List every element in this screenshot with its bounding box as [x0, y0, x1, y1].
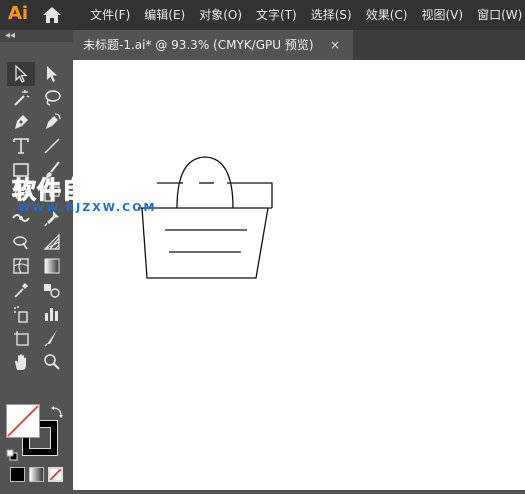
app-logo: Ai	[8, 3, 29, 24]
menu-select[interactable]: 选择(S)	[304, 0, 359, 30]
fill-swatch[interactable]	[6, 404, 40, 438]
document-tab-bar: 未标题-1.ai* @ 93.3% (CMYK/GPU 预览) ×	[73, 30, 525, 60]
menu-effect[interactable]: 效果(C)	[359, 0, 415, 30]
perspective-grid-tool-icon[interactable]	[38, 230, 66, 254]
menu-object[interactable]: 对象(O)	[192, 0, 249, 30]
watermark-url: WWW.RJZXW.COM	[18, 201, 157, 214]
menu-view[interactable]: 视图(V)	[414, 0, 470, 30]
eyedropper-tool-icon[interactable]	[7, 278, 35, 302]
hand-tool-icon[interactable]	[7, 350, 35, 374]
gradient-mode-button[interactable]	[29, 467, 44, 482]
menu-edit[interactable]: 编辑(E)	[137, 0, 192, 30]
home-icon[interactable]	[42, 6, 62, 24]
symbol-sprayer-tool-icon[interactable]	[7, 302, 35, 326]
type-tool-icon[interactable]	[7, 134, 35, 158]
menu-type[interactable]: 文字(T)	[249, 0, 304, 30]
mesh-tool-icon[interactable]	[7, 254, 35, 278]
slice-tool-icon[interactable]	[38, 326, 66, 350]
magic-wand-tool-icon[interactable]	[7, 86, 35, 110]
column-graph-tool-icon[interactable]	[38, 302, 66, 326]
blend-tool-icon[interactable]	[38, 278, 66, 302]
watermark-title: 软件自学网	[12, 176, 137, 205]
close-tab-button[interactable]: ×	[330, 30, 340, 60]
selection-tool-icon[interactable]	[7, 62, 35, 86]
gradient-tool-icon[interactable]	[38, 254, 66, 278]
color-mode-button[interactable]	[10, 467, 25, 482]
pen-tool-icon[interactable]	[7, 110, 35, 134]
artboard-canvas[interactable]	[73, 60, 525, 490]
collapse-toolbar-icon[interactable]: ◂◂	[5, 30, 15, 42]
direct-selection-tool-icon[interactable]	[38, 62, 66, 86]
document-tab-title: 未标题-1.ai* @ 93.3% (CMYK/GPU 预览)	[83, 38, 314, 52]
main-menu: 文件(F) 编辑(E) 对象(O) 文字(T) 选择(S) 效果(C) 视图(V…	[90, 0, 525, 30]
shape-builder-tool-icon[interactable]	[7, 230, 35, 254]
none-mode-button[interactable]	[48, 467, 63, 482]
artboard-tool-icon[interactable]	[7, 326, 35, 350]
swap-fill-stroke-icon[interactable]	[50, 404, 64, 418]
menu-file[interactable]: 文件(F)	[90, 0, 137, 30]
menu-window[interactable]: 窗口(W)	[470, 0, 525, 30]
default-fill-stroke-icon[interactable]	[6, 446, 18, 461]
menu-bar: Ai 文件(F) 编辑(E) 对象(O) 文字(T) 选择(S) 效果(C) 视…	[0, 0, 525, 30]
curvature-tool-icon[interactable]	[38, 110, 66, 134]
basket-artwork	[138, 156, 273, 279]
document-tab[interactable]: 未标题-1.ai* @ 93.3% (CMYK/GPU 预览) ×	[73, 30, 353, 60]
line-segment-tool-icon[interactable]	[38, 134, 66, 158]
lasso-tool-icon[interactable]	[38, 86, 66, 110]
zoom-tool-icon[interactable]	[38, 350, 66, 374]
